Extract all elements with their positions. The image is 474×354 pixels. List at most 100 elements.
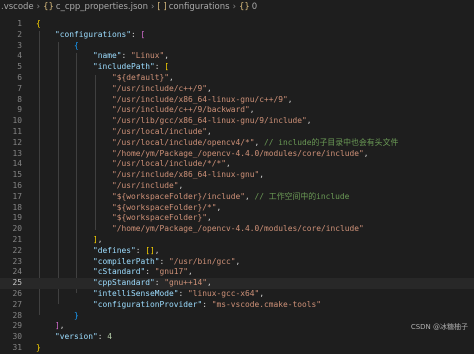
- code-line[interactable]: 5 "includePath": [: [0, 62, 474, 73]
- breadcrumb-file[interactable]: c_cpp_properties.json: [55, 2, 149, 12]
- code-line[interactable]: 6 "${default}",: [0, 73, 474, 84]
- line-number: 1: [17, 19, 22, 28]
- line-number: 7: [17, 83, 22, 93]
- code-token: // 工作空间中的include: [254, 191, 350, 201]
- code-text: "version": 4: [36, 332, 112, 343]
- code-text: "defines": [],: [36, 246, 160, 257]
- code-token: "configurationProvider": [36, 299, 203, 309]
- line-number: 11: [12, 127, 22, 136]
- code-token: :: [131, 29, 141, 39]
- code-token: ,: [207, 278, 212, 288]
- breadcrumb-configurations[interactable]: configurations: [168, 2, 231, 12]
- code-token: ,: [216, 202, 222, 212]
- line-number: 30: [12, 332, 22, 342]
- code-line[interactable]: 12 "/usr/local/include/opencv4/*", // in…: [0, 138, 474, 149]
- code-text: "/usr/local/include",: [36, 127, 212, 138]
- line-number: 2: [17, 29, 22, 39]
- code-token: "gnu17": [154, 267, 189, 277]
- code-text: "/home/ym/Package_/opencv-4.4.0/modules/…: [36, 149, 369, 160]
- code-line[interactable]: 21 ],: [0, 235, 474, 246]
- code-token: ,: [363, 148, 369, 158]
- line-number: 4: [17, 51, 22, 61]
- code-line[interactable]: 25 "cppStandard": "gnu++14",: [0, 278, 474, 289]
- code-token: ]: [36, 235, 98, 244]
- code-line[interactable]: 14 "/usr/local/include/*/*",: [0, 159, 474, 170]
- line-number: 9: [17, 105, 22, 115]
- code-line[interactable]: 29 ],: [0, 321, 474, 332]
- code-line[interactable]: 4 "name": "Linux",: [0, 51, 474, 62]
- code-line[interactable]: 17 "${workspaceFolder}/include", // 工作空间…: [0, 192, 474, 203]
- code-line[interactable]: 15 "/usr/include/x86_64-linux-gnu",: [0, 170, 474, 181]
- line-number: 27: [12, 299, 22, 309]
- code-line[interactable]: 10 "/usr/lib/gcc/x86_64-linux-gnu/9/incl…: [0, 116, 474, 127]
- code-text: "cStandard": "gnu17",: [36, 267, 193, 278]
- code-token: "/usr/local/include": [36, 127, 208, 136]
- code-token: "ms-vscode.cmake-tools": [211, 299, 322, 309]
- code-line[interactable]: 30 "version": 4: [0, 332, 474, 343]
- code-token: "/usr/lib/gcc/x86_64-linux-gnu/9/include…: [36, 116, 307, 126]
- line-number: 14: [12, 159, 22, 169]
- code-token: ,: [259, 170, 265, 180]
- line-number: 19: [12, 213, 22, 223]
- breadcrumb-index[interactable]: 0: [251, 2, 258, 12]
- code-line[interactable]: 8 "/usr/include/x86_64-linux-gnu/c++/9",: [0, 95, 474, 106]
- code-token: "/usr/include": [36, 181, 179, 190]
- code-token: :: [97, 332, 108, 342]
- line-number: 17: [12, 191, 22, 201]
- code-line[interactable]: 20 "/home/ym/Package_/opencv-4.4.0/modul…: [0, 224, 474, 235]
- code-token: {: [36, 40, 79, 50]
- code-text: "includePath": [: [36, 62, 169, 73]
- code-line[interactable]: 18 "${workspaceFolder}/*",: [0, 203, 474, 214]
- code-token: "/usr/include/x86_64-linux-gnu/c++/9": [36, 94, 288, 104]
- code-token: {: [36, 19, 41, 28]
- code-text: "/usr/include",: [36, 181, 183, 192]
- code-line[interactable]: 2 "configurations": [: [0, 30, 474, 41]
- code-text: "/usr/lib/gcc/x86_64-linux-gnu/9/include…: [36, 116, 312, 127]
- code-line[interactable]: 9 "/usr/include/c++/9/backward",: [0, 105, 474, 116]
- code-line[interactable]: 1{: [0, 19, 474, 30]
- code-editor[interactable]: 1{2 "configurations": [3 {4 "name": "Lin…: [0, 15, 474, 352]
- code-token: "Linux": [131, 51, 165, 61]
- code-token: "gnu++14": [164, 278, 208, 288]
- code-token: "/home/ym/Package_/opencv-4.4.0/modules/…: [36, 224, 364, 234]
- array-icon: [ ]: [157, 2, 167, 12]
- code-text: "/usr/include/c++/9",: [36, 84, 212, 95]
- line-number: 6: [17, 73, 22, 82]
- line-number: 22: [12, 245, 22, 255]
- code-text: ],: [36, 321, 65, 332]
- line-number: 28: [12, 310, 22, 320]
- code-token: "version": [36, 332, 98, 342]
- code-token: ,: [254, 137, 265, 147]
- code-line[interactable]: 24 "cStandard": "gnu17",: [0, 267, 474, 278]
- code-token: ,: [207, 127, 212, 136]
- code-line[interactable]: 27 "configurationProvider": "ms-vscode.c…: [0, 300, 474, 311]
- code-text: "intelliSenseMode": "linux-gcc-x64",: [36, 289, 264, 300]
- code-line[interactable]: 11 "/usr/local/include",: [0, 127, 474, 138]
- chevron-right-icon: ›: [36, 2, 41, 12]
- code-line[interactable]: 19 "${workspaceFolder}",: [0, 213, 474, 224]
- code-text: "/usr/include/c++/9/backward",: [36, 105, 255, 116]
- object-icon: {}: [238, 2, 250, 12]
- code-token: ,: [306, 116, 312, 126]
- line-number: 13: [12, 148, 22, 158]
- code-token: ,: [59, 321, 65, 331]
- line-number: 29: [12, 321, 22, 331]
- code-token: "configurations": [36, 29, 132, 39]
- code-line[interactable]: 3 {: [0, 41, 474, 52]
- code-line[interactable]: 13 "/home/ym/Package_/opencv-4.4.0/modul…: [0, 149, 474, 160]
- code-line[interactable]: 23 "compilerPath": "/usr/bin/gcc",: [0, 257, 474, 268]
- code-line[interactable]: 16 "/usr/include",: [0, 181, 474, 192]
- code-line[interactable]: 7 "/usr/include/c++/9",: [0, 84, 474, 95]
- code-token: ,: [188, 267, 193, 277]
- code-token: ,: [169, 73, 174, 82]
- code-token: ,: [97, 235, 103, 244]
- code-token: :: [154, 278, 165, 288]
- code-token: "/usr/include/x86_64-linux-gnu": [36, 170, 260, 180]
- code-line[interactable]: 26 "intelliSenseMode": "linux-gcc-x64",: [0, 289, 474, 300]
- code-token: :: [135, 245, 146, 255]
- code-line[interactable]: 28 }: [0, 311, 474, 322]
- code-line[interactable]: 31}: [0, 343, 474, 354]
- breadcrumb-folder[interactable]: .vscode: [0, 2, 35, 12]
- code-line[interactable]: 22 "defines": [],: [0, 246, 474, 257]
- code-token: "/home/ym/Package_/opencv-4.4.0/modules/…: [36, 148, 364, 158]
